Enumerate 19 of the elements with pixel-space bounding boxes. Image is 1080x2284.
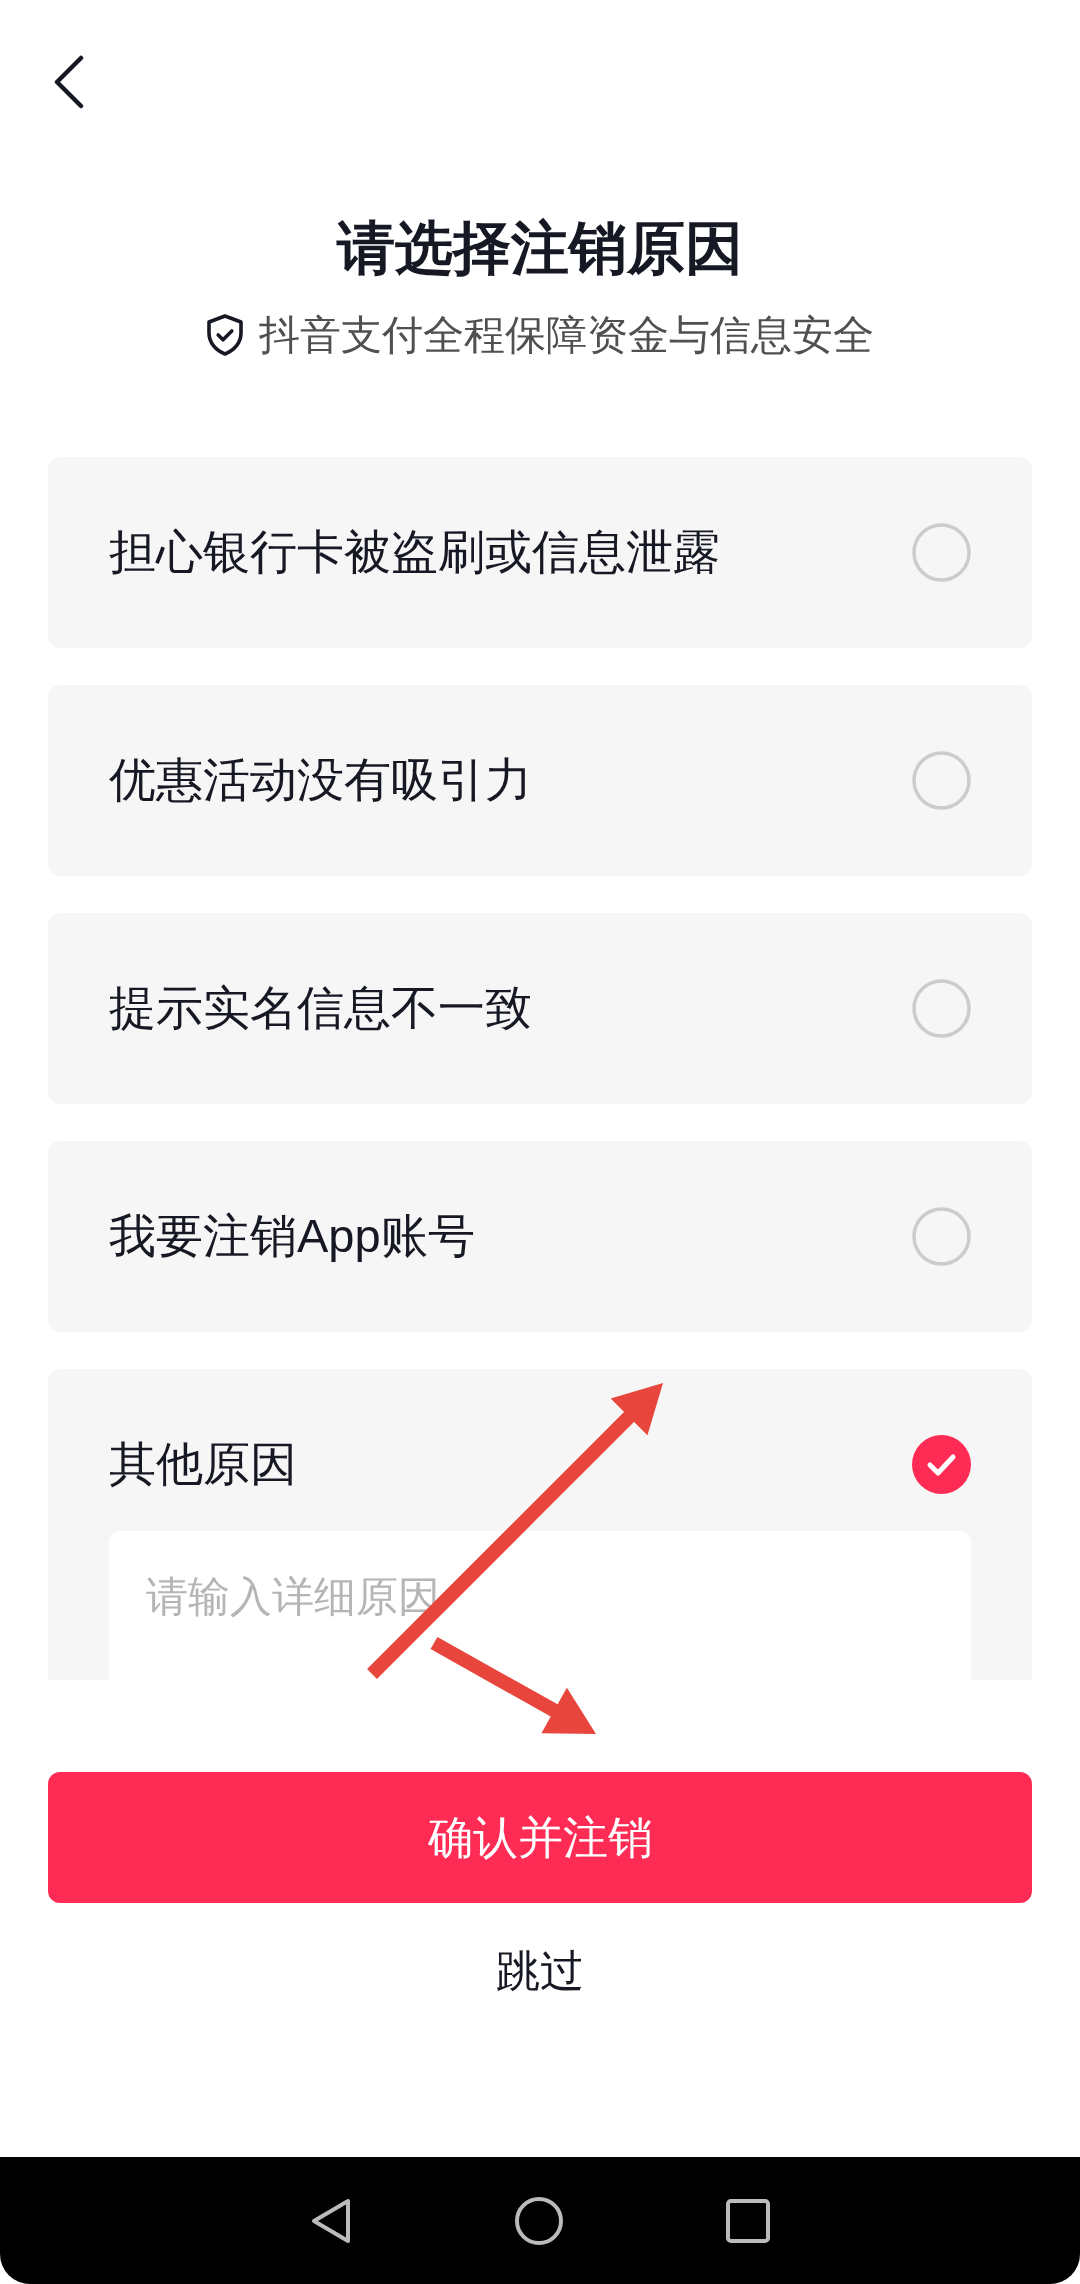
home-nav-icon[interactable] bbox=[515, 2196, 563, 2245]
shield-check-icon bbox=[206, 314, 243, 356]
confirm-button[interactable]: 确认并注销 bbox=[48, 1772, 1032, 1903]
radio-button[interactable] bbox=[912, 1206, 971, 1266]
option-label: 优惠活动没有吸引力 bbox=[109, 752, 532, 808]
back-nav-icon[interactable] bbox=[310, 2196, 352, 2245]
radio-button[interactable] bbox=[912, 750, 971, 810]
radio-button[interactable] bbox=[912, 1434, 971, 1494]
option-label: 担心银行卡被盗刷或信息泄露 bbox=[109, 524, 720, 580]
radio-button[interactable] bbox=[912, 522, 971, 582]
option-label: 提示实名信息不一致 bbox=[109, 980, 532, 1036]
option-label: 其他原因 bbox=[109, 1436, 297, 1492]
radio-button[interactable] bbox=[912, 978, 971, 1038]
option-label: 我要注销App账号 bbox=[109, 1208, 475, 1264]
page-title: 请选择注销原因 bbox=[337, 214, 743, 282]
security-note: 抖音支付全程保障资金与信息安全 bbox=[258, 311, 874, 359]
recents-nav-icon[interactable] bbox=[726, 2198, 770, 2243]
back-button[interactable] bbox=[54, 55, 84, 109]
skip-link[interactable]: 跳过 bbox=[496, 1941, 584, 2001]
